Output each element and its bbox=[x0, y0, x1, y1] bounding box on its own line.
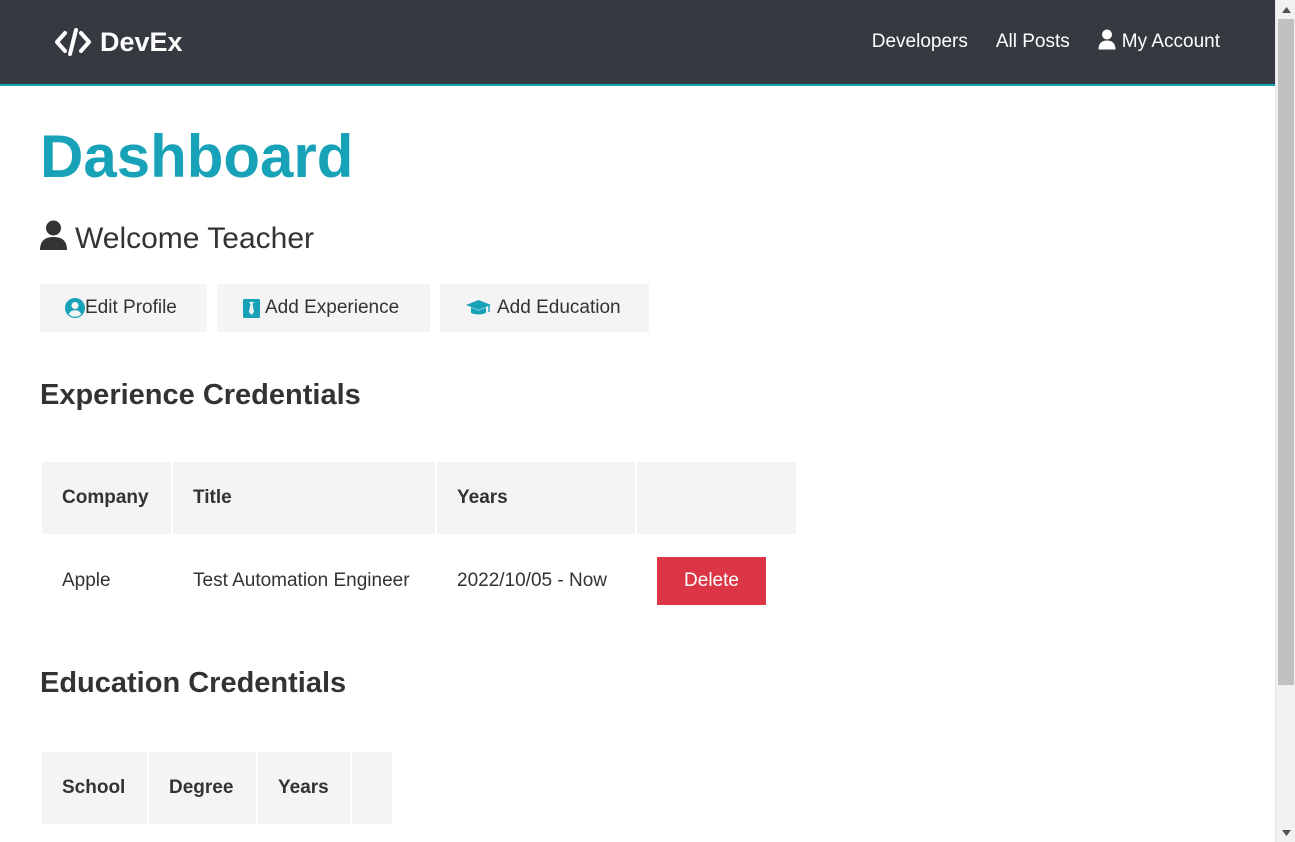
nav-link-label: All Posts bbox=[995, 31, 1070, 52]
nav-link-developers[interactable]: Developers bbox=[872, 31, 968, 53]
nav-link-all-posts[interactable]: All Posts bbox=[996, 31, 1070, 53]
nav-link-label: Developers bbox=[871, 31, 968, 52]
experience-table: Company Title Years Apple Test Automatio… bbox=[40, 460, 798, 628]
user-icon bbox=[40, 220, 67, 258]
column-header: Degree bbox=[149, 752, 256, 824]
column-header: Years bbox=[437, 462, 635, 534]
code-icon bbox=[54, 28, 92, 56]
button-label: Add Education bbox=[497, 297, 621, 318]
column-header: Company bbox=[42, 462, 171, 534]
table-row: Apple Test Automation Engineer 2022/10/0… bbox=[42, 536, 796, 626]
add-education-button[interactable]: Add Education bbox=[440, 284, 649, 332]
action-cell: Delete bbox=[637, 536, 796, 626]
nav-links: Developers All Posts My Account bbox=[872, 28, 1220, 56]
dashboard-actions: Edit Profile Add Experience Add Educatio… bbox=[40, 284, 1240, 332]
add-experience-button[interactable]: Add Experience bbox=[217, 284, 430, 332]
column-header bbox=[637, 462, 796, 534]
button-label: Edit Profile bbox=[85, 297, 177, 318]
company-cell: Apple bbox=[62, 570, 111, 591]
user-circle-icon bbox=[65, 298, 85, 318]
scroll-up-icon[interactable] bbox=[1276, 1, 1295, 18]
welcome-message: Welcome Teacher bbox=[40, 220, 1240, 258]
scroll-down-icon[interactable] bbox=[1276, 824, 1295, 841]
column-header bbox=[352, 752, 392, 824]
scrollbar-thumb[interactable] bbox=[1278, 19, 1294, 685]
user-icon bbox=[1098, 29, 1116, 56]
education-table: School Degree Years bbox=[40, 750, 394, 826]
column-header: Title bbox=[173, 462, 435, 534]
black-tie-icon bbox=[243, 298, 260, 318]
column-header: Years bbox=[258, 752, 350, 824]
vertical-scrollbar[interactable] bbox=[1275, 0, 1295, 842]
title-cell: Test Automation Engineer bbox=[193, 570, 410, 591]
edit-profile-button[interactable]: Edit Profile bbox=[40, 284, 207, 332]
dashboard-content: Dashboard Welcome Teacher Edit Profile A… bbox=[40, 120, 1240, 824]
page-title: Dashboard bbox=[40, 123, 354, 190]
page: DevEx Developers All Posts My Account Da… bbox=[0, 0, 1295, 842]
delete-experience-button[interactable]: Delete bbox=[657, 557, 766, 605]
graduation-cap-icon bbox=[466, 299, 491, 317]
table-header-row: School Degree Years bbox=[42, 752, 392, 824]
column-header: School bbox=[42, 752, 147, 824]
nav-link-label: My Account bbox=[1121, 31, 1220, 52]
nav-link-my-account[interactable]: My Account bbox=[1098, 29, 1220, 56]
experience-heading: Experience Credentials bbox=[40, 379, 361, 411]
brand-link[interactable]: DevEx bbox=[54, 26, 183, 58]
education-heading: Education Credentials bbox=[40, 667, 347, 699]
button-label: Add Experience bbox=[265, 297, 400, 318]
table-header-row: Company Title Years bbox=[42, 462, 796, 534]
navbar: DevEx Developers All Posts My Account bbox=[0, 0, 1275, 86]
brand-text: DevEx bbox=[100, 26, 183, 57]
welcome-text: Welcome Teacher bbox=[75, 222, 315, 255]
years-cell: 2022/10/05 - Now bbox=[457, 570, 607, 591]
